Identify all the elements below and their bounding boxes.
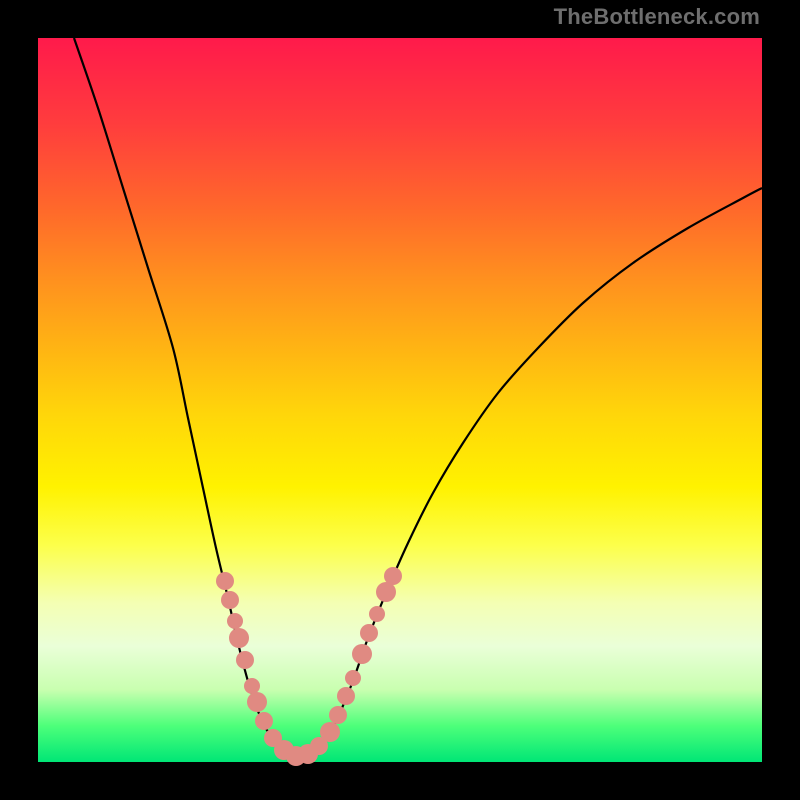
- data-bead: [244, 678, 260, 694]
- data-bead: [369, 606, 385, 622]
- data-bead: [352, 644, 372, 664]
- data-bead: [360, 624, 378, 642]
- data-bead: [255, 712, 273, 730]
- plot-area: [38, 38, 762, 762]
- data-bead: [320, 722, 340, 742]
- data-bead: [337, 687, 355, 705]
- data-bead: [345, 670, 361, 686]
- chart-frame: TheBottleneck.com: [0, 0, 800, 800]
- data-bead: [216, 572, 234, 590]
- data-bead: [236, 651, 254, 669]
- watermark-text: TheBottleneck.com: [554, 6, 760, 28]
- data-bead: [329, 706, 347, 724]
- bead-group: [216, 567, 402, 766]
- data-bead: [221, 591, 239, 609]
- right-curve: [296, 188, 762, 756]
- data-bead: [247, 692, 267, 712]
- curve-layer: [38, 38, 762, 762]
- data-bead: [384, 567, 402, 585]
- left-curve: [74, 38, 296, 756]
- data-bead: [229, 628, 249, 648]
- data-bead: [227, 613, 243, 629]
